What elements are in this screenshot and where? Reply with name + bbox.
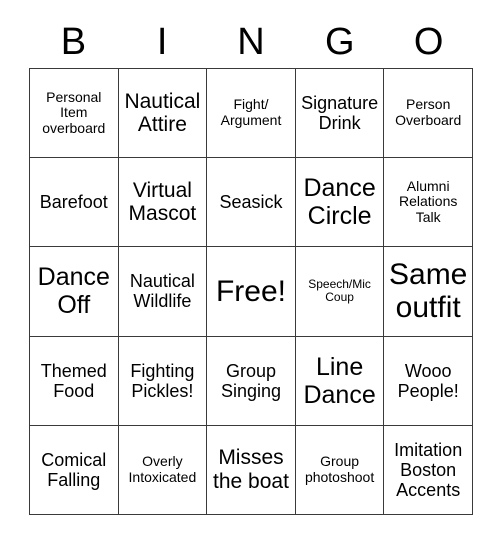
bingo-cell-label: Line Dance xyxy=(303,352,376,409)
bingo-cell-g1[interactable]: Signature Drink xyxy=(295,69,385,159)
bingo-cell-label: Free! xyxy=(215,274,286,308)
bingo-cell-g3[interactable]: Speech/Mic Coup xyxy=(295,247,385,337)
bingo-cell-label: Signature Drink xyxy=(301,92,379,134)
bingo-cell-label: Group photoshoot xyxy=(304,453,375,485)
bingo-cell-label: Same outfit xyxy=(389,257,468,325)
bingo-cell-b5[interactable]: Comical Falling xyxy=(30,425,119,515)
bingo-cell-g4[interactable]: Line Dance xyxy=(295,336,385,426)
bingo-header-row: BINGO xyxy=(29,16,473,68)
bingo-cell-label: Dance Off xyxy=(37,263,110,320)
bingo-cell-label: Fight/ Argument xyxy=(220,96,282,129)
bingo-cell-o4[interactable]: Wooo People! xyxy=(384,336,473,426)
bingo-cell-label: Imitation Boston Accents xyxy=(394,439,463,500)
bingo-cell-b1[interactable]: Personal Item overboard xyxy=(30,69,119,159)
bingo-cell-label: Nautical Wildlife xyxy=(129,271,195,312)
bingo-cell-label: Virtual Mascot xyxy=(128,178,197,226)
bingo-card: B I N G O Personal Item overboard Nautical At… xyxy=(0,0,500,544)
bingo-cell-label: Barefoot xyxy=(39,192,108,213)
bingo-cell-label: Seasick xyxy=(219,192,283,213)
bingo-cell-label: Fighting Pickles! xyxy=(130,360,195,401)
bingo-cell-i3[interactable]: Nautical Wildlife xyxy=(118,247,208,337)
bingo-cell-o2[interactable]: Alumni Relations Talk xyxy=(384,158,473,248)
bingo-cell-label: Wooo People! xyxy=(397,360,459,401)
bingo-header-letter-g: G xyxy=(325,21,355,63)
bingo-cell-label: Misses the boat xyxy=(213,446,289,493)
bingo-cell-n4[interactable]: Group Singing xyxy=(207,336,296,426)
bingo-grid: Personal Item overboard Nautical Attire Fi… xyxy=(29,68,473,515)
bingo-cell-free-space[interactable]: Free! xyxy=(207,247,296,337)
bingo-cell-label: Group Singing xyxy=(220,360,282,401)
bingo-cell-i5[interactable]: Overly Intoxicated xyxy=(118,425,208,515)
bingo-cell-o3[interactable]: Same outfit xyxy=(384,247,473,337)
bingo-cell-label: Overly Intoxicated xyxy=(128,453,197,485)
bingo-cell-label: Personal Item overboard xyxy=(42,88,106,136)
bingo-cell-label: Speech/Mic Coup xyxy=(308,277,371,305)
bingo-cell-label: Person Overboard xyxy=(395,96,462,129)
bingo-cell-o1[interactable]: Person Overboard xyxy=(384,69,473,159)
bingo-cell-label: Dance Circle xyxy=(303,174,376,231)
bingo-cell-b2[interactable]: Barefoot xyxy=(30,158,119,248)
bingo-header-letter-o: O xyxy=(413,21,444,63)
bingo-header-letter-b: B xyxy=(60,21,87,63)
bingo-cell-o5[interactable]: Imitation Boston Accents xyxy=(384,425,473,515)
bingo-cell-n1[interactable]: Fight/ Argument xyxy=(207,69,296,159)
bingo-cell-i1[interactable]: Nautical Attire xyxy=(118,69,208,159)
bingo-cell-label: Comical Falling xyxy=(41,449,107,490)
bingo-cell-label: Alumni Relations Talk xyxy=(399,177,458,226)
bingo-cell-label: Nautical Attire xyxy=(124,89,201,137)
bingo-cell-b4[interactable]: Themed Food xyxy=(30,336,119,426)
bingo-cell-i4[interactable]: Fighting Pickles! xyxy=(118,336,208,426)
bingo-header-letter-n: N xyxy=(237,21,265,63)
bingo-cell-b3[interactable]: Dance Off xyxy=(30,247,119,337)
bingo-cell-label: Themed Food xyxy=(40,360,107,401)
bingo-cell-i2[interactable]: Virtual Mascot xyxy=(118,158,208,248)
bingo-cell-n2[interactable]: Seasick xyxy=(207,158,296,248)
bingo-cell-g5[interactable]: Group photoshoot xyxy=(295,425,385,515)
bingo-cell-g2[interactable]: Dance Circle xyxy=(295,158,385,248)
bingo-cell-n5[interactable]: Misses the boat xyxy=(207,425,296,515)
bingo-header-letter-i: I xyxy=(156,21,168,63)
